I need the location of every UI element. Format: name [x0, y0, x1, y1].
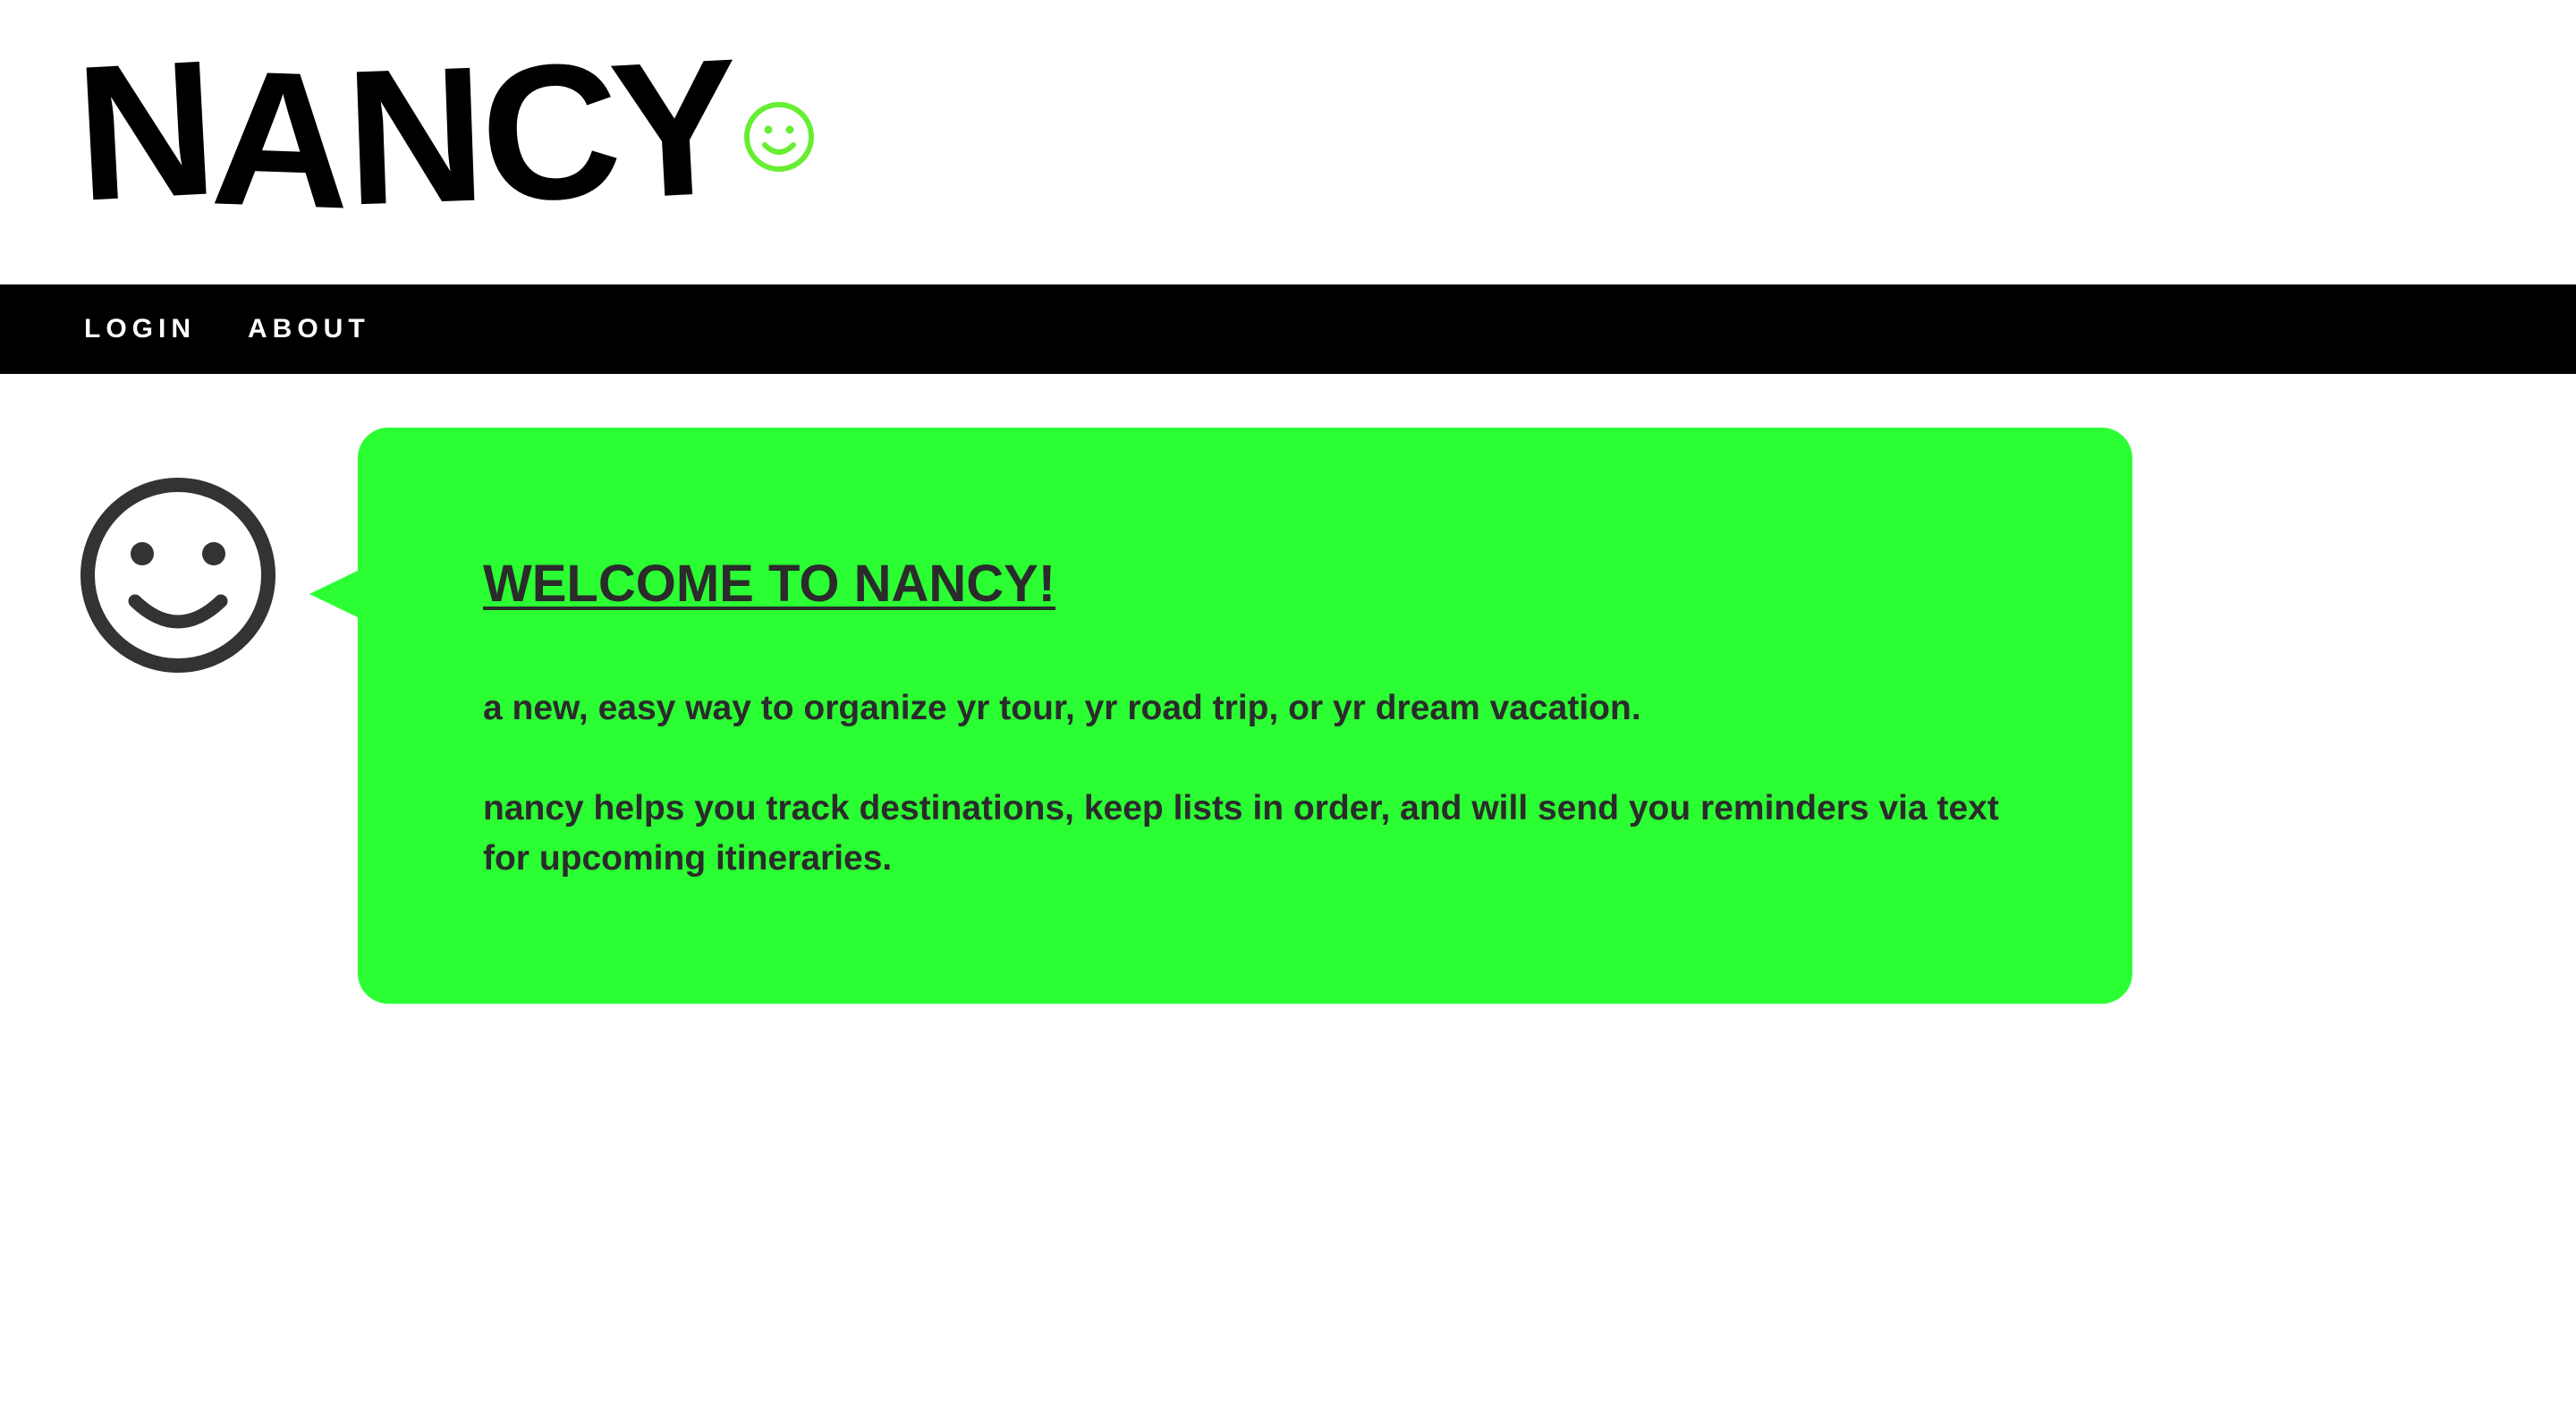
smiley-face-icon [80, 478, 275, 673]
welcome-speech-bubble: WELCOME TO NANCY! a new, easy way to org… [358, 428, 2132, 1004]
logo-letter-y: Y [605, 17, 745, 240]
nav-login-link[interactable]: LOGIN [84, 284, 196, 374]
logo-letter-c: C [473, 19, 628, 245]
logo-letter-a: A [208, 29, 355, 250]
site-logo[interactable]: N A N C Y [72, 17, 745, 249]
welcome-description-text: nancy helps you track destinations, keep… [483, 789, 1999, 878]
speech-bubble-tail [309, 569, 361, 619]
site-header: N A N C Y [0, 0, 2576, 284]
nav-about-link[interactable]: ABOUT [248, 284, 370, 374]
logo-letter-n1: N [71, 19, 222, 242]
smiley-icon [744, 102, 814, 172]
welcome-intro-text: a new, easy way to organize yr tour, yr … [483, 689, 1641, 727]
welcome-title: WELCOME TO NANCY! [483, 555, 1056, 613]
logo-letter-n2: N [342, 25, 488, 246]
nav-bar: LOGIN ABOUT [0, 284, 2576, 374]
